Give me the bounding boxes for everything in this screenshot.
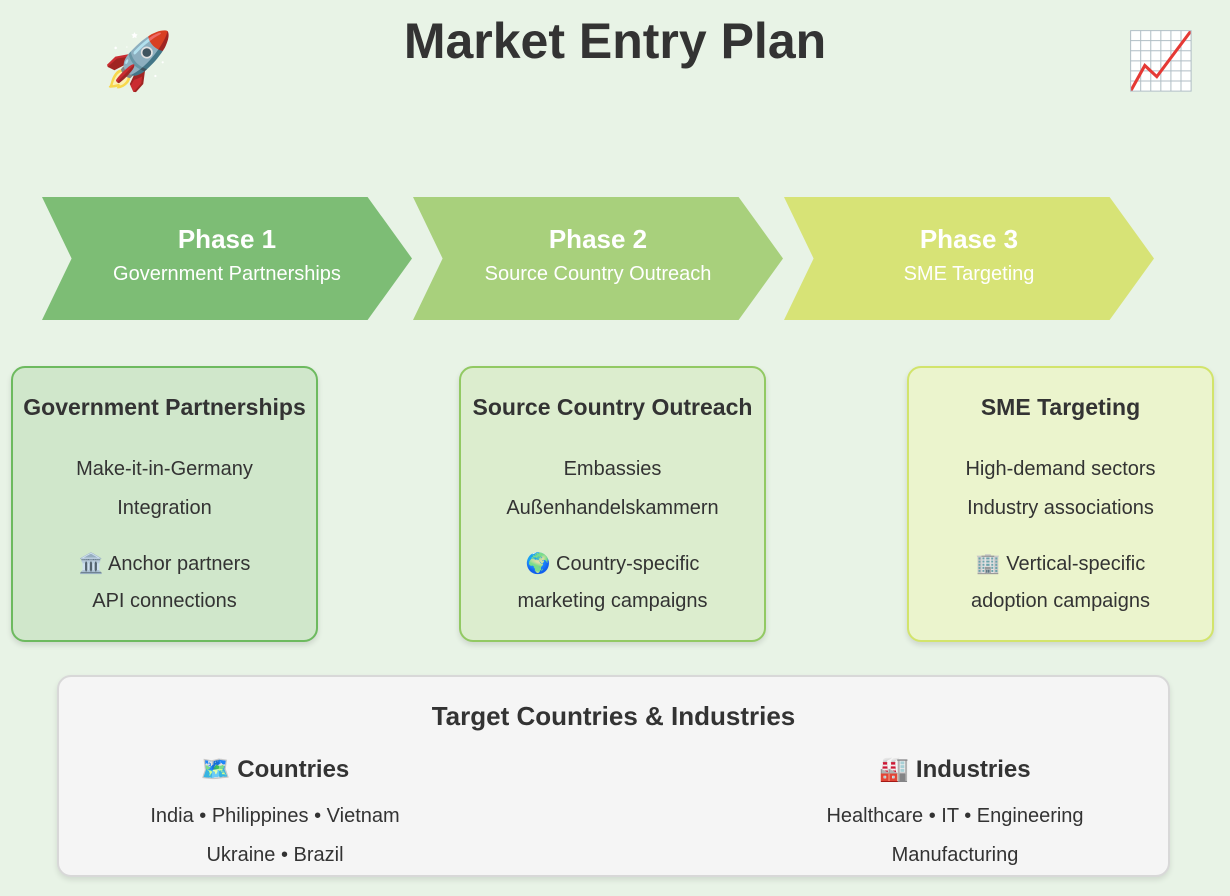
card-title: Government Partnerships <box>23 394 306 420</box>
card-line: High-demand sectors <box>965 458 1156 480</box>
card-line: Außenhandelskammern <box>506 497 719 519</box>
phase-1-arrow: Phase 1 Government Partnerships <box>42 197 412 320</box>
phase-1-subtitle: Government Partnerships <box>113 263 341 285</box>
sme-targeting-card: SME Targeting High-demand sectors Indust… <box>907 366 1214 642</box>
industries-heading: 🏭 Industries <box>879 756 1031 783</box>
card-line: 🏛️ Anchor partners <box>78 553 251 575</box>
government-partnerships-card: Government Partnerships Make-it-in-Germa… <box>11 366 318 642</box>
phase-3-subtitle: SME Targeting <box>903 263 1035 285</box>
source-country-outreach-card: Source Country Outreach Embassies Außenh… <box>459 366 766 642</box>
card-line: Integration <box>117 497 212 519</box>
page-title: Market Entry Plan <box>403 13 827 69</box>
phase-2-arrow: Phase 2 Source Country Outreach <box>413 197 783 320</box>
phase-2-label: Phase 2 <box>548 224 648 254</box>
card-line: Make-it-in-Germany <box>76 458 253 480</box>
phase-1-label: Phase 1 <box>177 224 277 254</box>
card-line: API connections <box>92 590 237 612</box>
targets-title: Target Countries & Industries <box>431 701 796 731</box>
card-line: 🏢 Vertical-specific <box>975 553 1146 575</box>
card-title: SME Targeting <box>980 394 1141 420</box>
card-line: adoption campaigns <box>970 590 1150 612</box>
card-line: marketing campaigns <box>517 590 708 612</box>
card-line: Industry associations <box>967 497 1154 519</box>
phase-2-subtitle: Source Country Outreach <box>484 263 712 285</box>
card-title: Source Country Outreach <box>472 394 753 420</box>
card-line: 🌍 Country-specific <box>525 553 700 575</box>
phase-3-arrow: Phase 3 SME Targeting <box>784 197 1154 320</box>
countries-heading: 🗺️ Countries <box>200 756 350 783</box>
phase-3-label: Phase 3 <box>919 224 1019 254</box>
countries-line: Ukraine • Brazil <box>206 844 344 866</box>
countries-line: India • Philippines • Vietnam <box>150 805 400 827</box>
rocket-icon: 🚀 <box>103 29 173 92</box>
chart-increasing-icon: 📈 <box>1126 29 1196 92</box>
target-countries-industries-panel: Target Countries & Industries 🗺️ Countri… <box>57 675 1170 877</box>
card-line: Embassies <box>563 458 662 480</box>
industries-line: Manufacturing <box>891 844 1019 866</box>
industries-line: Healthcare • IT • Engineering <box>826 805 1084 827</box>
